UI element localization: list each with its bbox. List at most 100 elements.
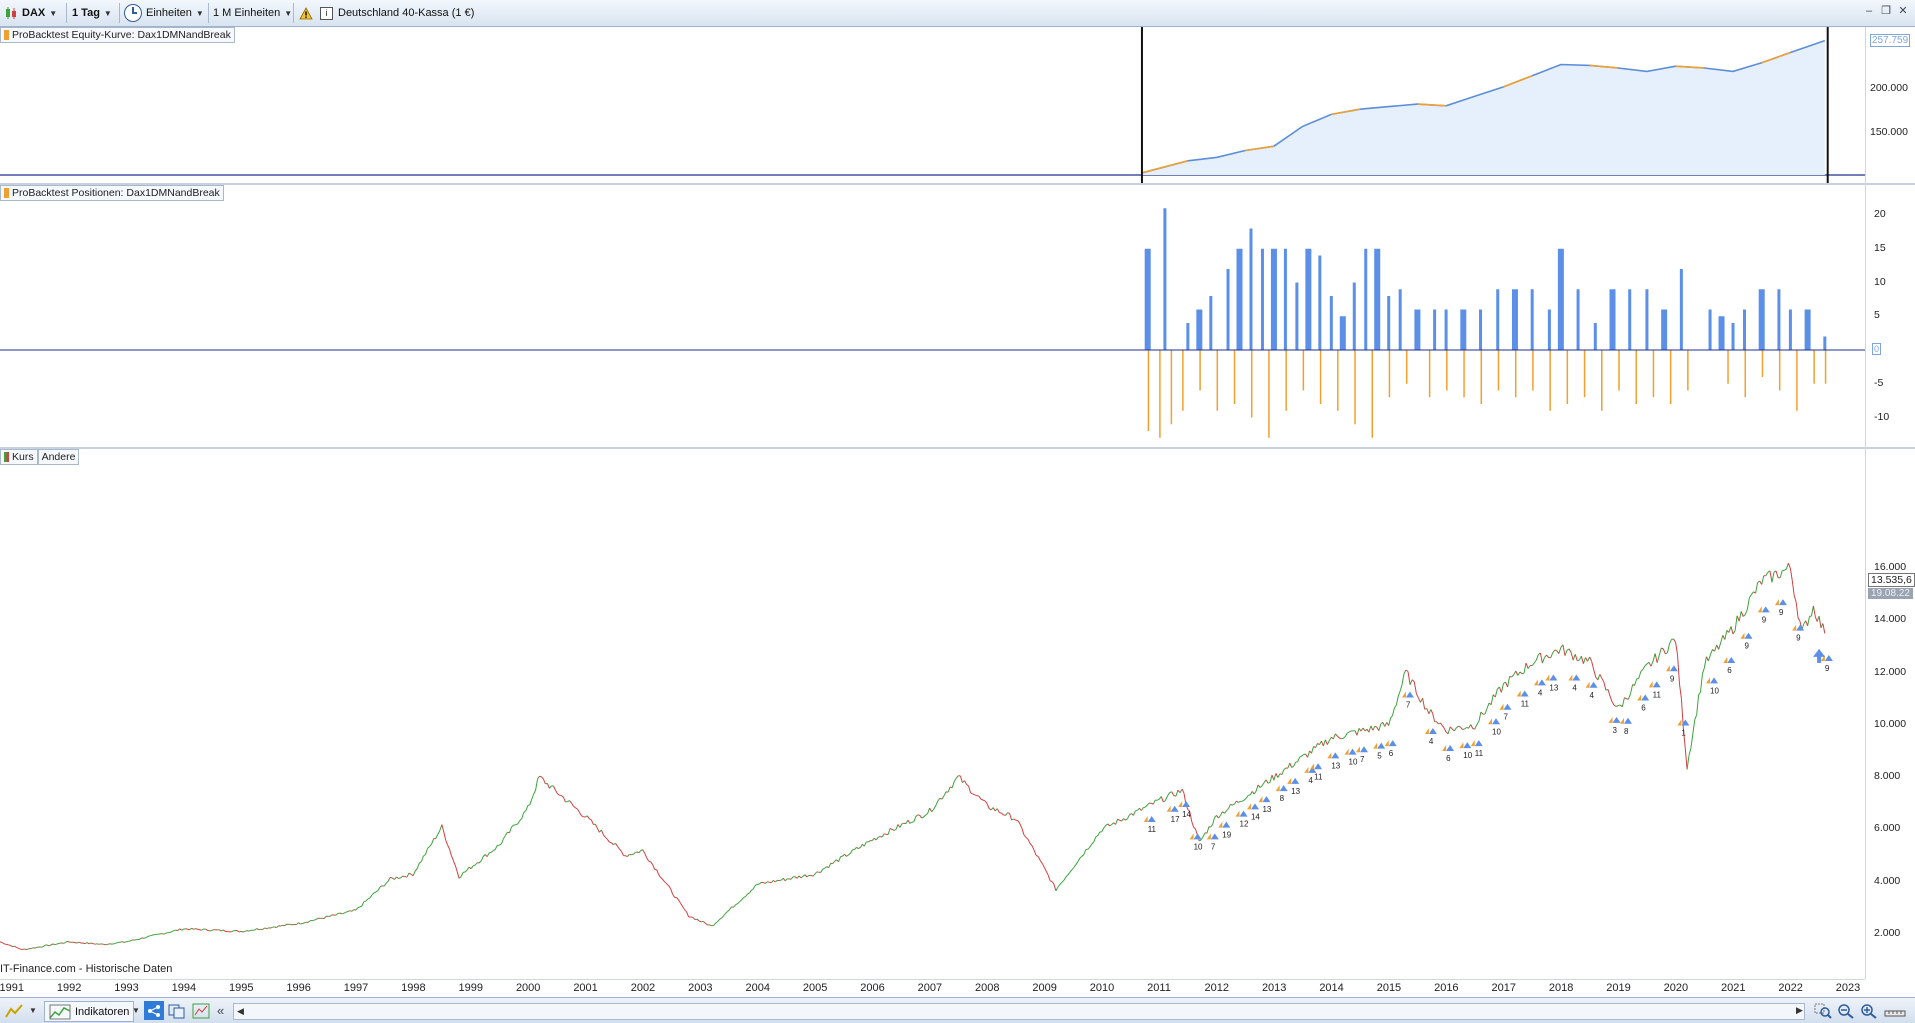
long-position-bar bbox=[1823, 337, 1826, 351]
price-segment bbox=[1416, 694, 1418, 698]
ruler-icon[interactable] bbox=[1884, 1001, 1906, 1020]
scroll-right-icon[interactable]: ▶ bbox=[1796, 1001, 1803, 1020]
price-segment bbox=[461, 872, 463, 876]
positions-y-axis[interactable] bbox=[1865, 185, 1915, 447]
price-segment bbox=[1192, 821, 1194, 827]
price-segment bbox=[200, 930, 202, 931]
x-axis-year-label: 2022 bbox=[1778, 982, 1802, 994]
price-segment bbox=[760, 882, 762, 884]
zoom-in-icon[interactable] bbox=[1860, 1001, 1878, 1020]
drawing-tools-button[interactable] bbox=[4, 1001, 24, 1020]
price-segment bbox=[981, 799, 983, 800]
equity-y-axis[interactable] bbox=[1865, 27, 1915, 183]
price-segment bbox=[1379, 724, 1381, 731]
long-position-bar bbox=[1209, 296, 1212, 350]
price-legend[interactable]: Kurs Andere bbox=[0, 449, 79, 463]
tab-kurs[interactable]: Kurs bbox=[0, 449, 38, 465]
price-segment bbox=[1161, 797, 1163, 802]
price-segment bbox=[657, 870, 659, 875]
price-segment bbox=[194, 929, 196, 930]
price-segment bbox=[65, 941, 67, 943]
price-segment bbox=[1440, 723, 1442, 726]
bottom-toolbar: ▼ Indikatoren ▼ « ◀ ▶ bbox=[0, 997, 1915, 1023]
price-segment bbox=[677, 898, 679, 900]
warning-icon[interactable] bbox=[299, 3, 313, 23]
equity-legend[interactable]: ProBacktest Equity-Kurve: Dax1DMNandBrea… bbox=[0, 27, 235, 41]
scroll-start-icon[interactable]: « bbox=[217, 1001, 224, 1020]
price-segment bbox=[597, 828, 599, 832]
price-segment bbox=[1815, 617, 1817, 622]
zoom-area-icon[interactable] bbox=[1814, 1001, 1832, 1020]
price-segment bbox=[1735, 616, 1737, 631]
trade-count-label: 9 bbox=[1670, 674, 1675, 683]
tab-andere[interactable]: Andere bbox=[38, 449, 80, 465]
price-segment bbox=[999, 813, 1001, 814]
price-segment bbox=[969, 786, 971, 793]
short-position-bar bbox=[1601, 350, 1603, 411]
close-icon[interactable]: ✕ bbox=[1896, 4, 1910, 18]
indicators-button[interactable]: Indikatoren bbox=[44, 1001, 134, 1022]
drawing-tools-dropdown[interactable]: ▼ bbox=[29, 1001, 37, 1020]
price-segment bbox=[1532, 663, 1534, 666]
price-segment bbox=[699, 921, 701, 922]
trade-count-label: 6 bbox=[1446, 754, 1451, 763]
price-segment bbox=[1448, 727, 1450, 734]
price-segment bbox=[1234, 801, 1236, 804]
sell-marker bbox=[1207, 833, 1211, 839]
price-segment bbox=[815, 872, 817, 874]
price-segment bbox=[239, 931, 241, 932]
chart-settings-icon[interactable] bbox=[192, 1001, 210, 1020]
x-axis-year-label: 1996 bbox=[286, 982, 310, 994]
indicators-dropdown[interactable]: ▼ bbox=[132, 1001, 140, 1020]
long-position-bar bbox=[1709, 310, 1712, 351]
price-segment bbox=[1643, 666, 1645, 670]
horizontal-scrollbar[interactable]: ◀ bbox=[233, 1003, 1805, 1020]
price-segment bbox=[1678, 655, 1680, 685]
short-position-bar bbox=[1618, 350, 1620, 391]
price-segment bbox=[1294, 762, 1296, 766]
share-icon[interactable] bbox=[144, 1001, 164, 1020]
sell-marker bbox=[1310, 763, 1314, 769]
info-icon[interactable]: i bbox=[320, 3, 333, 23]
price-segment bbox=[1096, 836, 1098, 837]
positions-legend[interactable]: ProBacktest Positionen: Dax1DMNandBreak bbox=[0, 185, 224, 199]
scroll-left-icon[interactable]: ◀ bbox=[234, 1006, 244, 1017]
price-segment bbox=[697, 919, 699, 921]
price-segment bbox=[1288, 763, 1290, 768]
price-segment bbox=[841, 856, 843, 857]
price-segment bbox=[53, 944, 55, 945]
instrument-selector[interactable]: DAX ▼ bbox=[4, 3, 57, 23]
price-segment bbox=[1772, 572, 1774, 582]
short-position-bar bbox=[1429, 350, 1431, 397]
short-position-bar bbox=[1744, 350, 1746, 397]
price-segment bbox=[1126, 819, 1128, 820]
price-segment bbox=[67, 941, 69, 942]
interval-selector[interactable]: 1 Tag ▼ bbox=[72, 3, 112, 23]
price-segment bbox=[1226, 809, 1228, 811]
units-size-selector[interactable]: 1 M Einheiten ▼ bbox=[213, 3, 292, 23]
zoom-out-icon[interactable] bbox=[1837, 1001, 1855, 1020]
minimize-icon[interactable]: – bbox=[1862, 4, 1876, 18]
price-segment bbox=[561, 796, 563, 798]
compare-icon[interactable] bbox=[168, 1001, 186, 1020]
price-segment bbox=[1143, 807, 1145, 808]
restore-icon[interactable]: ❐ bbox=[1879, 4, 1893, 18]
price-segment bbox=[162, 934, 164, 935]
price-segment bbox=[144, 938, 146, 939]
chevron-down-icon: ▼ bbox=[104, 9, 112, 18]
price-segment bbox=[1414, 682, 1416, 694]
price-segment bbox=[1321, 741, 1323, 746]
price-tick-label: 12.000 bbox=[1874, 666, 1906, 678]
price-segment bbox=[1665, 653, 1667, 654]
sell-marker bbox=[1609, 717, 1613, 723]
positions-title: ProBacktest Positionen: Dax1DMNandBreak bbox=[12, 187, 220, 199]
price-segment bbox=[471, 866, 473, 869]
price-segment bbox=[366, 899, 368, 901]
buy-marker bbox=[1538, 679, 1546, 685]
price-segment bbox=[916, 815, 918, 817]
units-selector[interactable]: Einheiten ▼ bbox=[124, 3, 204, 23]
price-segment bbox=[1685, 748, 1687, 770]
price-y-axis[interactable] bbox=[1865, 449, 1915, 979]
price-segment bbox=[1046, 871, 1048, 875]
price-segment bbox=[1357, 728, 1359, 735]
